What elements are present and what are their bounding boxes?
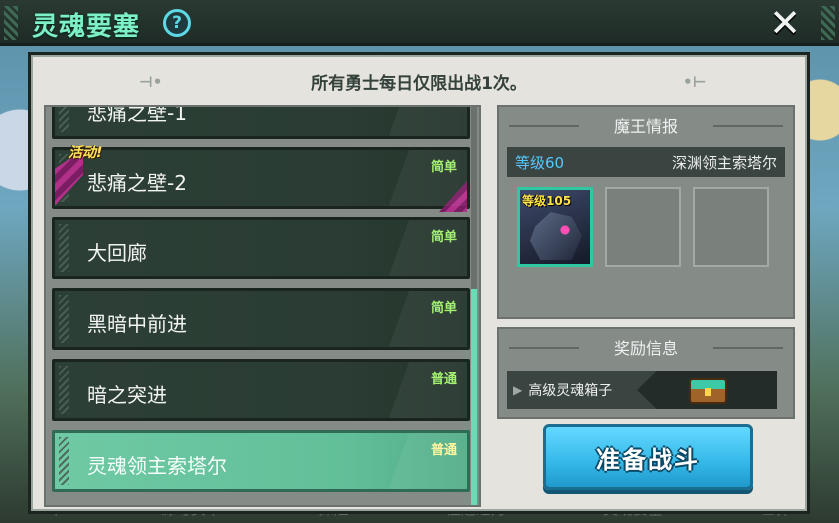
close-button[interactable]: ✕ (765, 4, 805, 42)
stage-name: 大回廊 (87, 241, 147, 265)
stage-item[interactable]: 悲痛之壁-1 (52, 105, 470, 139)
stage-difficulty: 简单 (430, 301, 457, 316)
close-icon: ✕ (769, 1, 801, 45)
stage-item[interactable]: 黑暗中前进 简单 (52, 288, 470, 350)
stage-item[interactable]: 悲痛之壁-2 简单 (52, 147, 470, 212)
stage-name: 悲痛之壁-2 (87, 171, 187, 195)
scrollbar-thumb[interactable] (471, 289, 477, 505)
event-ribbon (439, 181, 467, 212)
boss-bar: 等级60 深渊领主索塔尔 (507, 147, 785, 177)
title-bar: 灵魂要塞 ? ✕ (0, 0, 839, 46)
reward-info-panel: 奖励信息 ▶ 高级灵魂箱子 (497, 327, 795, 419)
boss-name: 深渊领主索塔尔 (671, 153, 777, 172)
empty-slot (693, 187, 769, 267)
boss-level: 等级60 (515, 153, 565, 172)
slot-level: 等级105 (522, 194, 572, 208)
stage-name: 黑暗中前进 (87, 312, 187, 336)
boss-info-panel: 魔王情报 等级60 深渊领主索塔尔 等级105 (497, 105, 795, 319)
ready-for-battle-label: 准备战斗 (596, 445, 700, 474)
stage-item-selected[interactable]: 灵魂领主索塔尔 普通 (52, 430, 470, 492)
stage-list[interactable]: 悲痛之壁-1 悲痛之壁-2 简单 活动! 大回廊 简单 黑暗中前进 简单 暗之突… (44, 105, 481, 507)
page-title: 灵魂要塞 (32, 12, 141, 42)
boss-slot[interactable]: 等级105 (517, 187, 593, 267)
stage-difficulty: 简单 (430, 160, 457, 175)
divider (713, 347, 783, 349)
stage-name: 暗之突进 (87, 383, 167, 407)
boss-monster-icon (530, 212, 582, 260)
stage-item[interactable]: 暗之突进 普通 (52, 359, 470, 421)
main-panel: ⊣• 所有勇士每日仅限出战1次。 •⊢ 悲痛之壁-1 悲痛之壁-2 简单 活动!… (28, 52, 810, 514)
divider (713, 125, 783, 127)
stage-difficulty: 普通 (430, 372, 457, 387)
reward-item[interactable]: ▶ 高级灵魂箱子 (507, 371, 777, 409)
stage-name: 灵魂领主索塔尔 (87, 454, 227, 478)
stage-difficulty: 普通 (430, 443, 457, 458)
stage-difficulty: 简单 (430, 230, 457, 245)
arrow-right-icon: ▶ (513, 383, 523, 397)
empty-slot (605, 187, 681, 267)
ready-for-battle-button[interactable]: 准备战斗 (543, 424, 753, 490)
event-badge: 活动! (68, 145, 103, 161)
reward-item-label: 高级灵魂箱子 (528, 383, 613, 399)
stage-item[interactable]: 大回廊 简单 (52, 217, 470, 279)
decoration-right-icon: •⊢ (683, 73, 707, 91)
treasure-chest-icon (689, 378, 727, 404)
help-icon[interactable]: ? (163, 9, 191, 37)
stage-name: 悲痛之壁-1 (87, 105, 187, 125)
